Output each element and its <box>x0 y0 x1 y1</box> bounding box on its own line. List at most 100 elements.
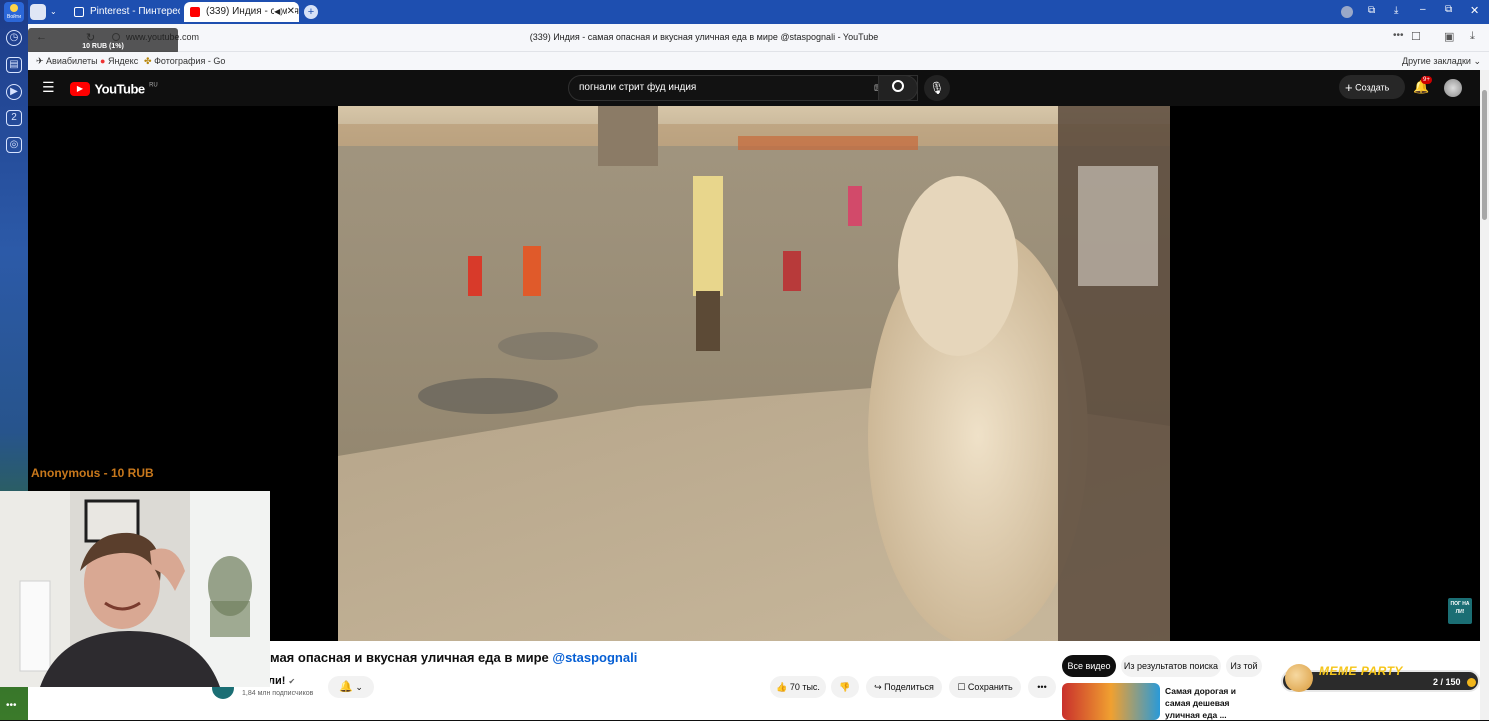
share-label: Поделиться <box>884 682 934 692</box>
like-count: 70 тыс. <box>789 682 820 692</box>
chip-same-channel[interactable]: Из той <box>1226 655 1262 677</box>
hamburger-menu-icon[interactable]: ☰ <box>42 79 55 96</box>
meme-party-widget: MEME PARTY 2 / 150 <box>1281 664 1480 694</box>
bookmark-yandex-label: Яндекс <box>107 56 139 66</box>
save-icon: ☐ <box>957 682 966 692</box>
recommendation-title[interactable]: Самая дорогая и самая дешевая уличная ед… <box>1165 685 1263 721</box>
recommendation-thumbnail[interactable] <box>1062 683 1160 720</box>
chevron-down-icon: ⌄ <box>355 682 363 692</box>
sidebar-toggle-icon[interactable] <box>30 4 46 20</box>
collections-icon[interactable]: ▤ <box>6 57 22 73</box>
scrollbar[interactable] <box>1480 70 1489 720</box>
subscribe-bell-button[interactable]: 🔔 ⌄ <box>328 676 374 698</box>
bookmark-yandex[interactable]: ● Яндекс <box>100 56 138 66</box>
tab-strip: ⌄ Pinterest - Пинтерест (339) Индия - са… <box>28 0 1489 24</box>
address-bar: ← ↻ www.youtube.com (339) Индия - самая … <box>28 24 1489 52</box>
dislike-button[interactable]: 👎 <box>831 676 859 698</box>
thumbs-down-icon: 👎 <box>839 682 851 692</box>
donation-alert: 10 RUB (1%) <box>28 28 178 54</box>
plus-icon: + <box>1345 79 1353 95</box>
save-label: Сохранить <box>967 682 1013 692</box>
youtube-header: ☰ ▶ YouTube RU погнали стрит фуд индия ⌨… <box>28 70 1480 106</box>
share-icon: ↪ <box>874 682 882 692</box>
history-icon[interactable]: ◷ <box>6 30 22 46</box>
more-actions-button[interactable]: ••• <box>1028 676 1056 698</box>
tab-youtube[interactable]: (339) Индия - самая ◀) ✕ <box>184 2 299 22</box>
scrollbar-thumb[interactable] <box>1482 90 1487 220</box>
user-icon <box>10 4 18 12</box>
search-input[interactable]: погнали стрит фуд индия ⌨ ✕ <box>568 75 918 101</box>
bell-icon: 🔔 <box>339 681 353 693</box>
bookmark-avia-label: Авиабилеты <box>46 56 98 66</box>
notifications-button[interactable]: 🔔 9+ <box>1413 76 1432 95</box>
tab-pinterest[interactable]: Pinterest - Пинтерест <box>68 2 180 22</box>
search-button[interactable] <box>878 75 918 101</box>
more-icon: ••• <box>1037 682 1047 692</box>
downloads-icon[interactable]: ⤓ <box>1394 5 1398 16</box>
more-icon[interactable]: ••• <box>6 700 17 711</box>
tab-pinterest-label: Pinterest - Пинтерест <box>90 6 180 17</box>
streamer-camera <box>0 491 270 687</box>
share-button[interactable]: ↪ Поделиться <box>866 676 942 698</box>
login-badge[interactable]: Войти <box>4 2 24 22</box>
player-icon[interactable]: ▶ <box>6 84 22 100</box>
page-icon <box>74 7 84 17</box>
channel-handle-link[interactable]: @staspognali <box>552 650 637 665</box>
new-tab-button[interactable]: + <box>304 5 318 19</box>
reader-icon[interactable]: ▣ <box>1444 30 1454 43</box>
donation-amount: 10 RUB (1%) <box>82 43 124 50</box>
other-bookmarks[interactable]: Другие закладки ⌄ <box>1402 56 1481 67</box>
video-title: мая опасная и вкусная уличная еда в мире… <box>270 650 637 665</box>
screenshot-icon[interactable]: ◎ <box>6 137 22 153</box>
badge-2-icon[interactable]: 2 <box>6 110 22 126</box>
speaker-icon[interactable]: ◀) <box>274 2 283 22</box>
meme-title: MEME PARTY <box>1319 664 1403 678</box>
search-icon <box>892 80 904 92</box>
tabs-dropdown-icon[interactable]: ⌄ <box>50 4 64 20</box>
voice-search-button[interactable]: 🎙 <box>924 75 950 101</box>
bookmarks-bar: ✈ Авиабилеты ● Яндекс ✤ Фотография - Go … <box>28 52 1489 70</box>
channel-name-text: ли! <box>268 675 286 687</box>
verified-icon: ✔ <box>288 677 296 686</box>
other-bookmarks-label: Другие закладки <box>1402 56 1471 66</box>
page-title: (339) Индия - самая опасная и вкусная ул… <box>529 32 879 42</box>
create-button[interactable]: + Создать <box>1339 75 1405 99</box>
close-window-icon[interactable]: ✕ <box>1470 4 1479 17</box>
chip-search-results[interactable]: Из результатов поиска <box>1121 655 1221 677</box>
doge-icon <box>1285 664 1313 692</box>
coin-icon <box>1467 678 1476 687</box>
menu-dots-icon[interactable]: ••• <box>1393 30 1404 41</box>
microphone-icon: 🎙 <box>929 81 945 95</box>
bookmark-icon[interactable]: ☐ <box>1411 30 1421 43</box>
notification-count: 9+ <box>1421 76 1432 84</box>
youtube-icon <box>190 7 200 17</box>
like-button[interactable]: 👍 70 тыс. <box>770 676 826 698</box>
youtube-logo-text: YouTube <box>94 81 145 97</box>
extensions-icon[interactable]: ⧉ <box>1368 5 1375 16</box>
video-scene <box>338 106 1170 641</box>
minimize-icon[interactable]: – <box>1420 4 1426 15</box>
create-label: Создать <box>1355 82 1390 93</box>
video-title-text: мая опасная и вкусная уличная еда в мире <box>270 650 553 665</box>
video-frame[interactable] <box>338 106 1170 641</box>
webcam-overlay <box>0 491 270 687</box>
youtube-play-icon: ▶ <box>70 81 90 96</box>
region-label: RU <box>149 82 158 89</box>
chip-all-videos[interactable]: Все видео <box>1062 655 1116 677</box>
download-icon[interactable]: ⤓ <box>1470 30 1475 43</box>
restore-icon[interactable]: ⧉ <box>1445 4 1452 15</box>
tab-youtube-label: (339) Индия - самая <box>206 6 299 17</box>
channel-name[interactable]: ли! ✔ <box>268 675 295 687</box>
subscriber-count: 1,84 млн подписчиков <box>242 690 314 697</box>
thumbs-up-icon: 👍 <box>776 682 788 692</box>
save-button[interactable]: ☐ Сохранить <box>949 676 1021 698</box>
youtube-logo[interactable]: ▶ YouTube RU <box>70 80 158 98</box>
meme-counter: 2 / 150 <box>1433 677 1461 687</box>
channel-watermark[interactable]: ПОГ НА ЛИ! <box>1448 598 1472 624</box>
bookmark-photo[interactable]: ✤ Фотография - Go <box>144 56 225 67</box>
close-tab-icon[interactable]: ✕ <box>286 2 295 22</box>
login-label: Войти <box>7 14 21 20</box>
bookmark-avia[interactable]: ✈ Авиабилеты <box>36 56 98 67</box>
account-avatar[interactable] <box>1444 79 1462 97</box>
profile-icon[interactable] <box>1341 6 1353 18</box>
